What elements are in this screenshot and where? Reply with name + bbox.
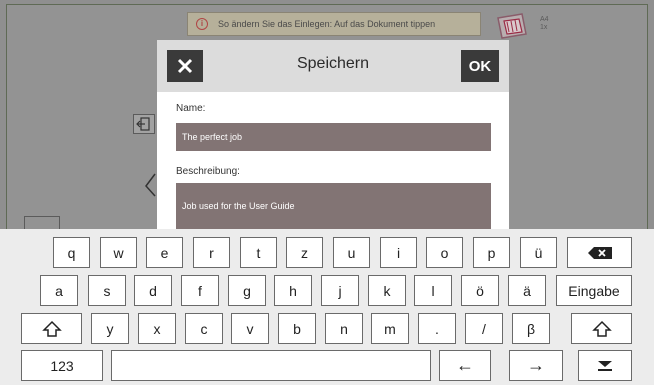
key-f[interactable]: f [181, 275, 219, 306]
ok-button[interactable]: OK [461, 50, 499, 82]
key-v[interactable]: v [231, 313, 269, 344]
arrow-right-icon: → [527, 355, 545, 375]
key-g[interactable]: g [228, 275, 266, 306]
key-q[interactable]: q [53, 237, 90, 268]
key-e[interactable]: e [146, 237, 183, 268]
backspace-icon [587, 246, 612, 259]
key-ae[interactable]: ä [508, 275, 546, 306]
exit-icon [133, 114, 155, 134]
background-widget [24, 216, 60, 229]
enter-key[interactable]: Eingabe [556, 275, 632, 306]
key-i[interactable]: i [380, 237, 417, 268]
name-field[interactable]: The perfect job [176, 123, 491, 151]
key-u[interactable]: u [333, 237, 370, 268]
key-y[interactable]: y [91, 313, 129, 344]
shift-icon [591, 320, 612, 337]
key-x[interactable]: x [138, 313, 176, 344]
key-c[interactable]: c [185, 313, 223, 344]
arrow-right-key[interactable]: → [509, 350, 563, 381]
key-z[interactable]: z [286, 237, 323, 268]
key-l[interactable]: l [414, 275, 452, 306]
key-d[interactable]: d [134, 275, 172, 306]
key-a[interactable]: a [40, 275, 78, 306]
save-dialog: Speichern OK Name: The perfect job Besch… [157, 40, 509, 229]
paper-count: 1x [540, 24, 548, 31]
dialog-header: Speichern OK [157, 40, 509, 92]
key-beta[interactable]: β [512, 313, 550, 344]
shift-icon [41, 320, 62, 337]
triangle-icon [145, 173, 156, 197]
key-period[interactable]: . [418, 313, 456, 344]
key-slash[interactable]: / [465, 313, 503, 344]
on-screen-keyboard: q w e r t z u i o p ü a s d f g h j k l … [0, 229, 654, 385]
name-label: Name: [176, 103, 206, 114]
arrow-left-icon: ← [456, 355, 474, 375]
key-n[interactable]: n [325, 313, 363, 344]
description-field[interactable]: Job used for the User Guide [176, 183, 491, 229]
key-h[interactable]: h [274, 275, 312, 306]
hide-keyboard-key[interactable] [578, 350, 632, 381]
description-label: Beschreibung: [176, 166, 240, 177]
key-k[interactable]: k [368, 275, 406, 306]
key-w[interactable]: w [100, 237, 137, 268]
shift-key-right[interactable] [571, 313, 632, 344]
space-key[interactable] [111, 350, 431, 381]
hint-text: So ändern Sie das Einlegen: Auf das Doku… [218, 19, 436, 29]
hide-keyboard-icon [598, 360, 612, 371]
key-ue[interactable]: ü [520, 237, 557, 268]
key-r[interactable]: r [193, 237, 230, 268]
hint-banner: i So ändern Sie das Einlegen: Auf das Do… [187, 12, 481, 36]
info-icon: i [196, 18, 208, 30]
key-o[interactable]: o [426, 237, 463, 268]
key-s[interactable]: s [88, 275, 126, 306]
key-t[interactable]: t [240, 237, 277, 268]
key-j[interactable]: j [321, 275, 359, 306]
backspace-key[interactable] [567, 237, 632, 268]
document-icon[interactable] [492, 12, 530, 40]
paper-size: A4 [540, 16, 549, 23]
key-m[interactable]: m [371, 313, 409, 344]
shift-key-left[interactable] [21, 313, 82, 344]
key-p[interactable]: p [473, 237, 510, 268]
paper-info: A4 1x [540, 16, 549, 32]
key-oe[interactable]: ö [461, 275, 499, 306]
key-b[interactable]: b [278, 313, 316, 344]
arrow-left-key[interactable]: ← [439, 350, 491, 381]
numbers-key[interactable]: 123 [21, 350, 103, 381]
dialog-title: Speichern [296, 55, 370, 72]
